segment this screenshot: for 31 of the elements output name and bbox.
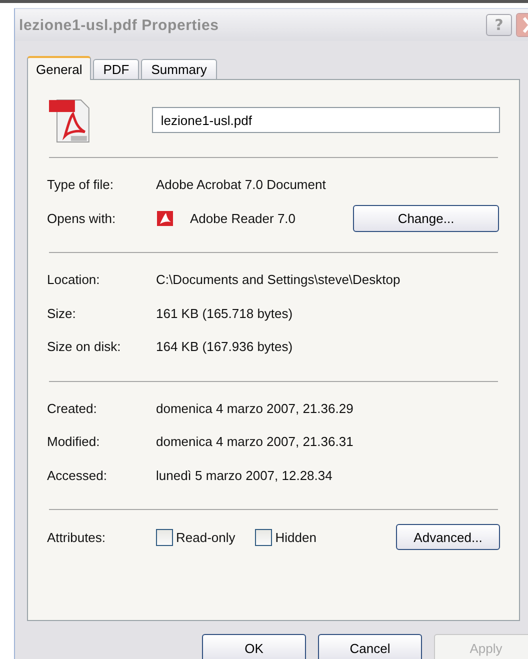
field-value: domenica 4 marzo 2007, 21.36.31 xyxy=(156,434,354,450)
tab[interactable]: Summary xyxy=(141,59,217,79)
checkbox-label: Hidden xyxy=(275,530,316,544)
field-label: Modified: xyxy=(47,434,101,450)
field-label: Created: xyxy=(47,400,98,416)
field-label: Opens with: xyxy=(47,210,117,226)
window-title: lezione1-usl.pdf Properties xyxy=(19,16,220,34)
field-label: Location: xyxy=(47,272,101,288)
field-label: Size on disk: xyxy=(47,339,122,354)
checkbox-label: Read-only xyxy=(176,530,236,544)
field-label: Accessed: xyxy=(47,468,108,483)
tab[interactable]: PDF xyxy=(93,59,140,79)
checkbox[interactable] xyxy=(255,528,272,546)
field-value: Adobe Acrobat 7.0 Document xyxy=(156,177,326,192)
file-name-field[interactable]: lezione1-usl.pdf xyxy=(152,107,500,133)
field-value: domenica 4 marzo 2007, 21.36.29 xyxy=(156,400,354,416)
tab[interactable]: General xyxy=(27,56,92,80)
field-label: Type of file: xyxy=(47,177,114,192)
field-label: Attributes: xyxy=(47,530,107,544)
dialog-button[interactable]: Cancel xyxy=(318,634,422,659)
checkbox[interactable] xyxy=(156,528,173,546)
field-label: Size: xyxy=(47,306,77,321)
field-value: lunedì 5 marzo 2007, 12.28.34 xyxy=(156,468,332,483)
field-value: 164 KB (167.936 bytes) xyxy=(156,339,293,354)
field-value: Adobe Reader 7.0 xyxy=(190,210,296,226)
advanced-button[interactable]: Advanced... xyxy=(396,524,500,550)
app-icon xyxy=(156,209,174,228)
change-button[interactable]: Change... xyxy=(353,204,499,232)
field-value: C:\Documents and Settings\steve\Desktop xyxy=(156,272,400,288)
field-value: 161 KB (165.718 bytes) xyxy=(156,306,293,321)
dialog-button[interactable]: OK xyxy=(202,634,306,659)
